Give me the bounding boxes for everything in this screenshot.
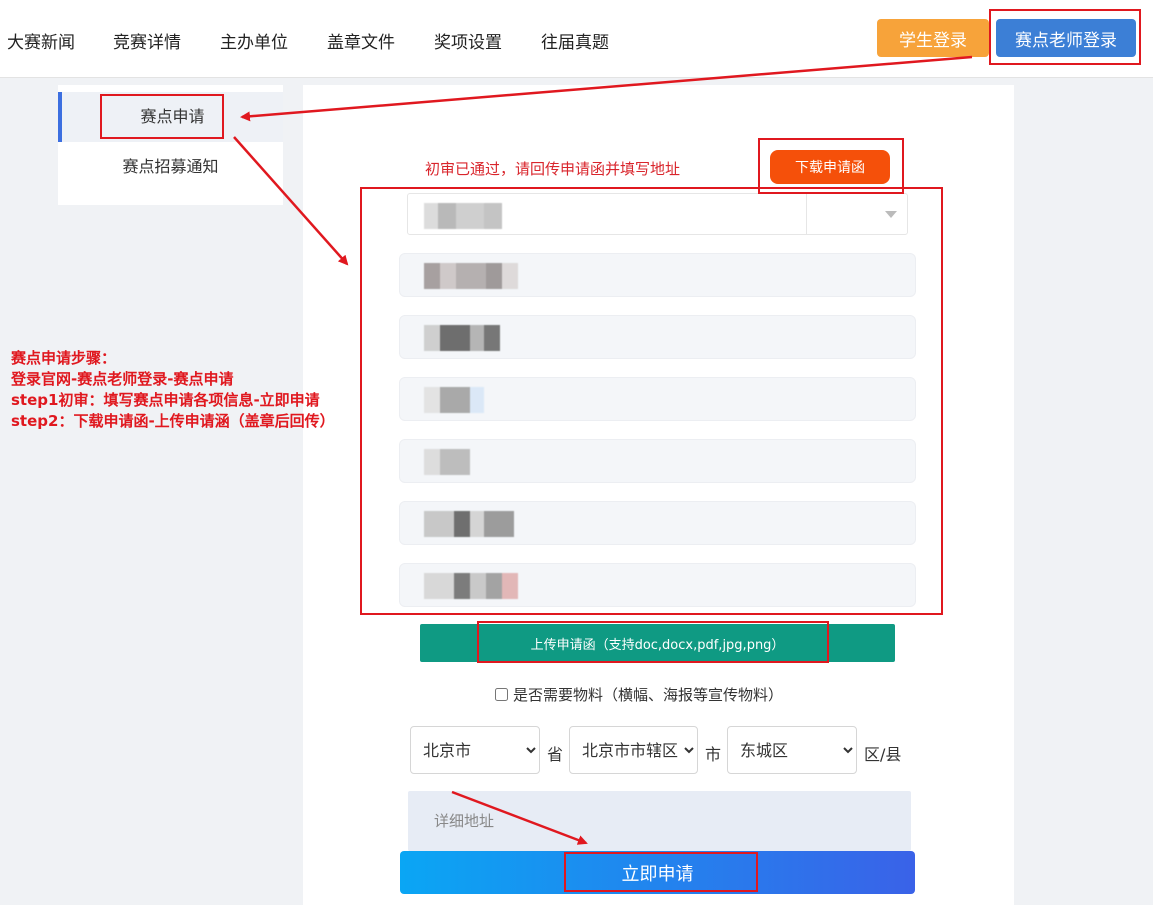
annotation-arrows — [233, 55, 973, 845]
arrow-sidebar-to-form — [233, 136, 349, 266]
arrow-login-to-sidebar — [240, 55, 973, 122]
arrow-address-to-submit — [451, 790, 588, 845]
